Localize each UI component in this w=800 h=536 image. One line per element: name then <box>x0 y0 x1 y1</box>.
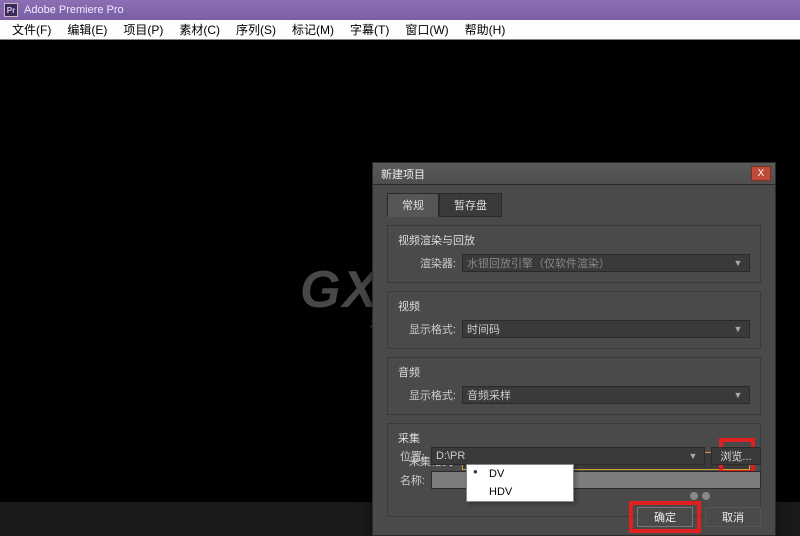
location-value: D:\PR <box>436 450 465 462</box>
chevron-down-icon: ▼ <box>731 390 745 400</box>
renderer-dropdown[interactable]: 水银回放引擎（仅软件渲染） ▼ <box>462 254 750 272</box>
name-label: 名称: <box>387 472 425 488</box>
location-dropdown[interactable]: D:\PR ▼ <box>431 447 705 465</box>
group-label-video: 视频 <box>398 298 750 314</box>
menu-sequence[interactable]: 序列(S) <box>228 21 284 38</box>
titlebar: Pr Adobe Premiere Pro <box>0 0 800 20</box>
location-label: 位置: <box>387 448 425 464</box>
renderer-label: 渲染器: <box>398 255 456 271</box>
menu-edit[interactable]: 编辑(E) <box>59 21 115 38</box>
dialog-titlebar[interactable]: 新建项目 X <box>373 163 775 185</box>
audio-format-dropdown[interactable]: 音频采样 ▼ <box>462 386 750 404</box>
chevron-down-icon: ▼ <box>731 258 745 268</box>
menu-file[interactable]: 文件(F) <box>4 21 59 38</box>
cancel-button[interactable]: 取消 <box>705 507 761 527</box>
video-format-label: 显示格式: <box>398 321 456 337</box>
workspace: GX网 system.com 新建项目 X 常规 暂存盘 视频渲染与回放 渲染器… <box>0 40 800 502</box>
capture-dropdown-list: DV HDV <box>466 464 574 502</box>
group-video-render: 视频渲染与回放 渲染器: 水银回放引擎（仅软件渲染） ▼ <box>387 225 761 283</box>
chevron-down-icon: ▼ <box>686 451 700 461</box>
tab-scratch-disks[interactable]: 暂存盘 <box>439 193 502 217</box>
menu-title[interactable]: 字幕(T) <box>342 21 397 38</box>
menu-clip[interactable]: 素材(C) <box>171 21 228 38</box>
menu-window[interactable]: 窗口(W) <box>397 21 456 38</box>
chevron-down-icon: ▼ <box>731 324 745 334</box>
group-video: 视频 显示格式: 时间码 ▼ <box>387 291 761 349</box>
audio-format-label: 显示格式: <box>398 387 456 403</box>
capture-option-hdv[interactable]: HDV <box>467 483 573 501</box>
menu-project[interactable]: 项目(P) <box>115 21 171 38</box>
renderer-value: 水银回放引擎（仅软件渲染） <box>467 255 610 271</box>
video-format-dropdown[interactable]: 时间码 ▼ <box>462 320 750 338</box>
close-button[interactable]: X <box>751 166 771 181</box>
video-format-value: 时间码 <box>467 321 500 337</box>
dialog-title: 新建项目 <box>377 166 425 182</box>
app-icon: Pr <box>4 3 18 17</box>
group-label-audio: 音频 <box>398 364 750 380</box>
menu-marker[interactable]: 标记(M) <box>284 21 342 38</box>
group-label-capture: 采集 <box>398 430 750 446</box>
group-label-video-render: 视频渲染与回放 <box>398 232 750 248</box>
pager-dots <box>690 492 710 500</box>
dialog-tabs: 常规 暂存盘 <box>387 193 761 217</box>
app-title: Adobe Premiere Pro <box>24 4 124 16</box>
menubar: 文件(F) 编辑(E) 项目(P) 素材(C) 序列(S) 标记(M) 字幕(T… <box>0 20 800 40</box>
browse-button[interactable]: 浏览... <box>711 447 761 465</box>
capture-option-dv[interactable]: DV <box>467 465 573 483</box>
new-project-dialog: 新建项目 X 常规 暂存盘 视频渲染与回放 渲染器: 水银回放引擎（仅软件渲染）… <box>372 162 776 536</box>
close-icon: X <box>758 168 765 179</box>
tab-general[interactable]: 常规 <box>387 193 439 217</box>
group-audio: 音频 显示格式: 音频采样 ▼ <box>387 357 761 415</box>
menu-help[interactable]: 帮助(H) <box>457 21 514 38</box>
ok-button[interactable]: 确定 <box>637 507 693 527</box>
audio-format-value: 音频采样 <box>467 387 511 403</box>
